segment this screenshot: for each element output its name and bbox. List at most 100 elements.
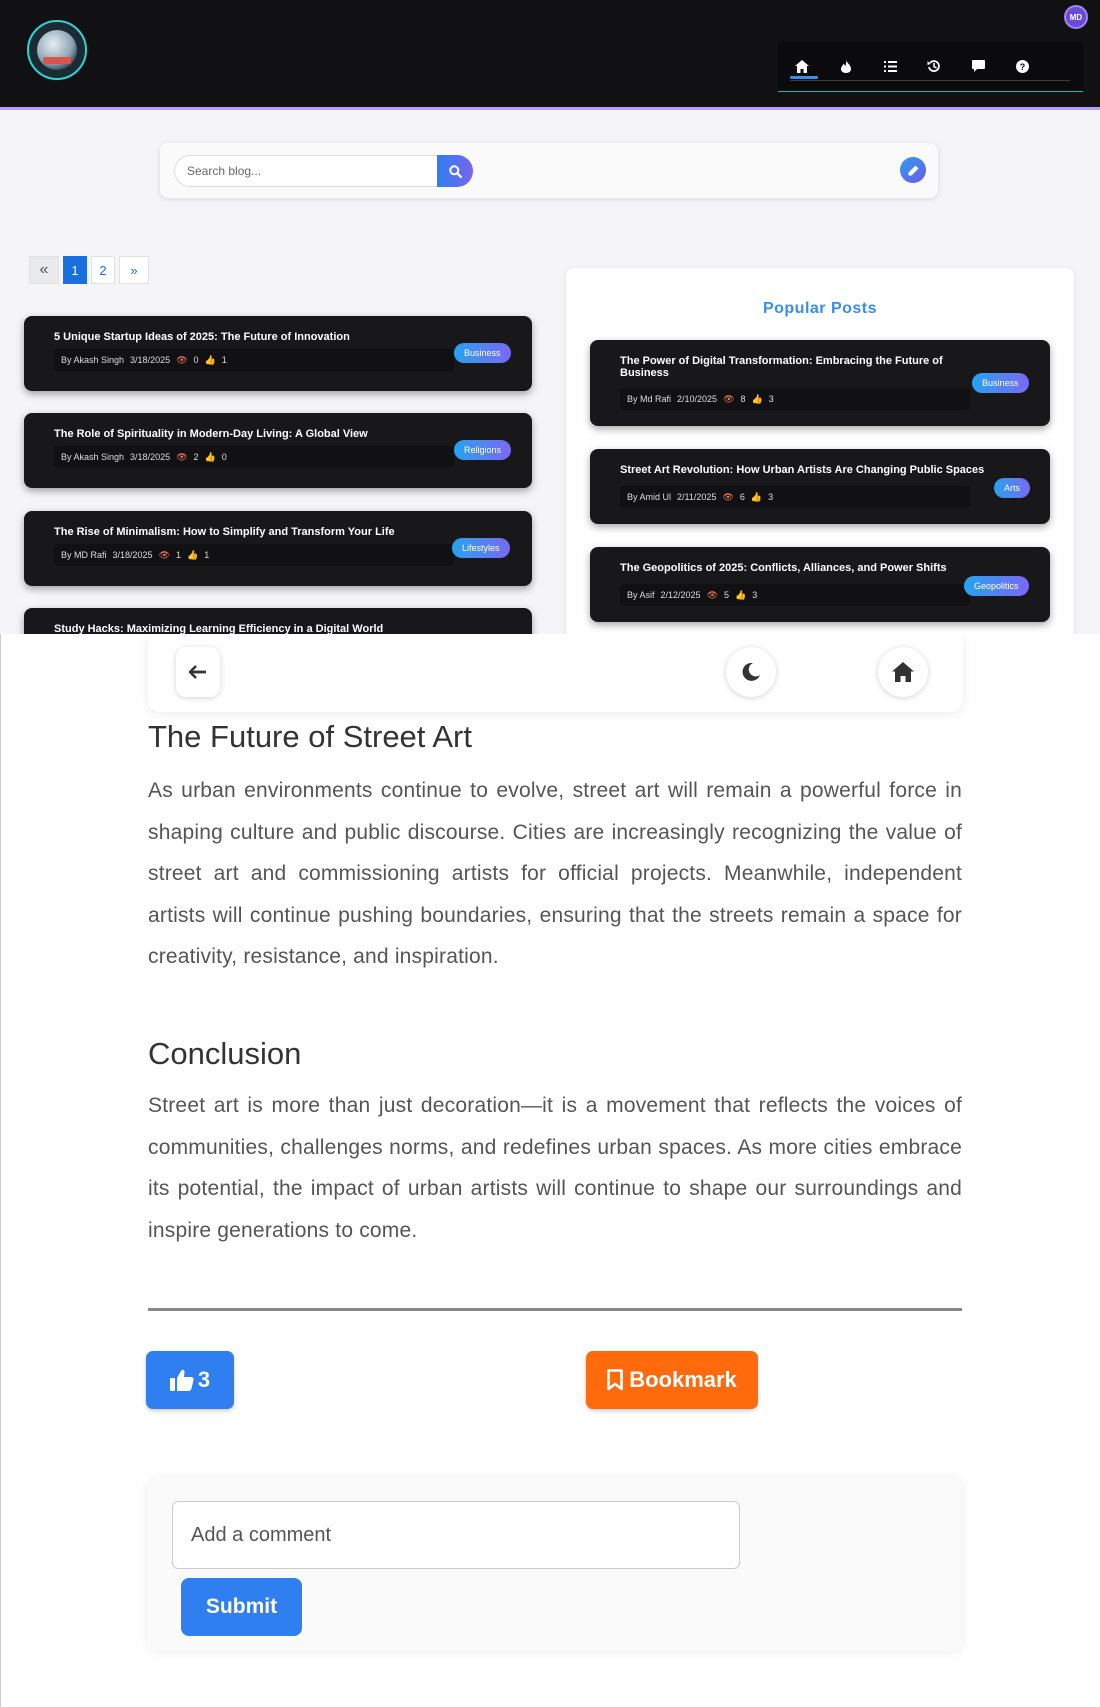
bookmark-icon [607,1369,624,1391]
category-badge[interactable]: Religions [454,440,512,460]
svg-text:?: ? [1019,62,1025,72]
post-author: By Akash Singh [61,452,125,462]
post-card[interactable]: The Rise of Minimalism: How to Simplify … [24,511,532,586]
like-button[interactable]: 3 [146,1351,234,1409]
post-card[interactable]: The Role of Spirituality in Modern-Day L… [24,413,532,488]
post-date: 3/18/2025 [130,452,171,462]
post-views: 1 [176,550,182,560]
bookmark-button[interactable]: Bookmark [586,1351,758,1409]
popular-post-card[interactable]: The Geopolitics of 2025: Conflicts, Alli… [590,547,1050,622]
post-meta: By Amid Ul 2/11/2025 👁 6 👍 3 [620,486,970,508]
post-title[interactable]: Study Hacks: Maximizing Learning Efficie… [54,623,454,634]
fire-icon[interactable] [836,56,856,76]
next-page-button[interactable]: » [119,256,149,284]
post-likes: 0 [221,452,227,462]
list-icon[interactable] [880,56,900,76]
submit-button[interactable]: Submit [181,1578,302,1636]
comment-input[interactable] [172,1501,740,1569]
eye-icon: 👁 [706,589,718,600]
post-title[interactable]: 5 Unique Startup Ideas of 2025: The Futu… [54,331,454,343]
post-date: 3/18/2025 [112,550,153,560]
eye-icon: 👁 [723,393,735,404]
comment-icon[interactable] [968,56,988,76]
category-badge[interactable]: Business [454,343,511,363]
bookmark-label: Bookmark [629,1367,737,1392]
home-icon[interactable] [792,56,812,76]
home-button[interactable] [878,647,928,697]
post-date: 3/18/2025 [130,355,171,365]
category-badge[interactable]: Lifestyles [452,538,510,558]
post-title[interactable]: The Rise of Minimalism: How to Simplify … [54,526,454,538]
category-badge[interactable]: Geopolitics [964,576,1029,596]
eye-icon: 👁 [176,451,188,462]
post-title[interactable]: The Power of Digital Transformation: Emb… [620,355,960,379]
site-logo[interactable] [27,20,87,80]
top-navbar: MD ? [0,0,1100,110]
post-author: By Amid Ul [627,492,672,502]
popular-post-card[interactable]: The Power of Digital Transformation: Emb… [590,340,1050,426]
pagination: « 1 2 » [29,256,149,284]
logo-image [37,30,77,70]
search-button[interactable] [437,155,473,187]
post-likes: 3 [752,590,758,600]
thumbs-up-icon: 👍 [735,589,747,600]
category-badge[interactable]: Business [972,373,1029,393]
section-paragraph: As urban environments continue to evolve… [148,779,962,968]
category-badge[interactable]: Arts [994,478,1031,498]
section-heading: Conclusion [148,1036,302,1071]
user-avatar[interactable]: MD [1064,5,1088,29]
help-icon[interactable]: ? [1012,56,1032,76]
page-1-button[interactable]: 1 [63,256,87,284]
post-views: 6 [739,492,745,502]
post-author: By Akash Singh [61,355,125,365]
post-likes: 3 [768,394,774,404]
popular-posts-title: Popular Posts [762,300,878,317]
write-post-button[interactable] [900,157,926,183]
nav-divider [790,80,1070,81]
article-screen: The Future of Street Art As urban enviro… [0,634,1100,1707]
post-views: 5 [724,590,730,600]
eye-icon: 👁 [176,354,188,365]
home-icon [892,662,914,682]
post-likes: 1 [204,550,210,560]
post-author: By Asif [627,590,655,600]
divider [148,1308,962,1311]
post-date: 2/10/2025 [677,394,718,404]
active-nav-indicator [790,76,818,79]
thumbs-up-icon: 👍 [187,549,199,560]
post-title[interactable]: Street Art Revolution: How Urban Artists… [620,464,1000,476]
popular-post-card[interactable]: Street Art Revolution: How Urban Artists… [590,449,1050,524]
post-author: By MD Rafi [61,550,107,560]
post-views: 8 [740,394,746,404]
arrow-left-icon [189,665,206,679]
popular-posts-panel: Popular Posts The Power of Digital Trans… [566,268,1074,634]
back-button[interactable] [176,647,220,697]
first-page-button[interactable]: « [29,256,59,284]
blog-list-screen: MD ? Search blog... « 1 2 » 5 Unique Sta… [0,0,1100,634]
article-toolbar [148,634,963,712]
moon-icon [742,662,760,681]
post-date: 2/11/2025 [677,492,717,502]
post-views: 2 [193,452,199,462]
eye-icon: 👁 [158,549,170,560]
page-2-button[interactable]: 2 [91,256,115,284]
comment-form: Submit [148,1477,962,1651]
post-title[interactable]: The Geopolitics of 2025: Conflicts, Alli… [620,562,1000,574]
post-card[interactable]: Study Hacks: Maximizing Learning Efficie… [24,608,532,634]
history-icon[interactable] [924,56,944,76]
post-likes: 3 [768,492,774,502]
like-count: 3 [197,1367,211,1392]
thumbs-up-icon: 👍 [204,354,216,365]
dark-mode-button[interactable] [726,647,776,697]
post-title[interactable]: The Role of Spirituality in Modern-Day L… [54,428,454,440]
post-author: By Md Rafi [627,394,672,404]
search-input[interactable] [174,155,450,187]
section-paragraph: Street art is more than just decoration—… [148,1094,962,1242]
post-card[interactable]: 5 Unique Startup Ideas of 2025: The Futu… [24,316,532,391]
search-bar [160,143,938,198]
post-meta: By Akash Singh 3/18/2025 👁 0 👍 1 [54,349,454,371]
post-meta: By Akash Singh 3/18/2025 👁 2 👍 0 [54,446,454,468]
search-icon [448,164,462,178]
thumbs-up-icon [169,1369,194,1391]
thumbs-up-icon: 👍 [204,451,216,462]
